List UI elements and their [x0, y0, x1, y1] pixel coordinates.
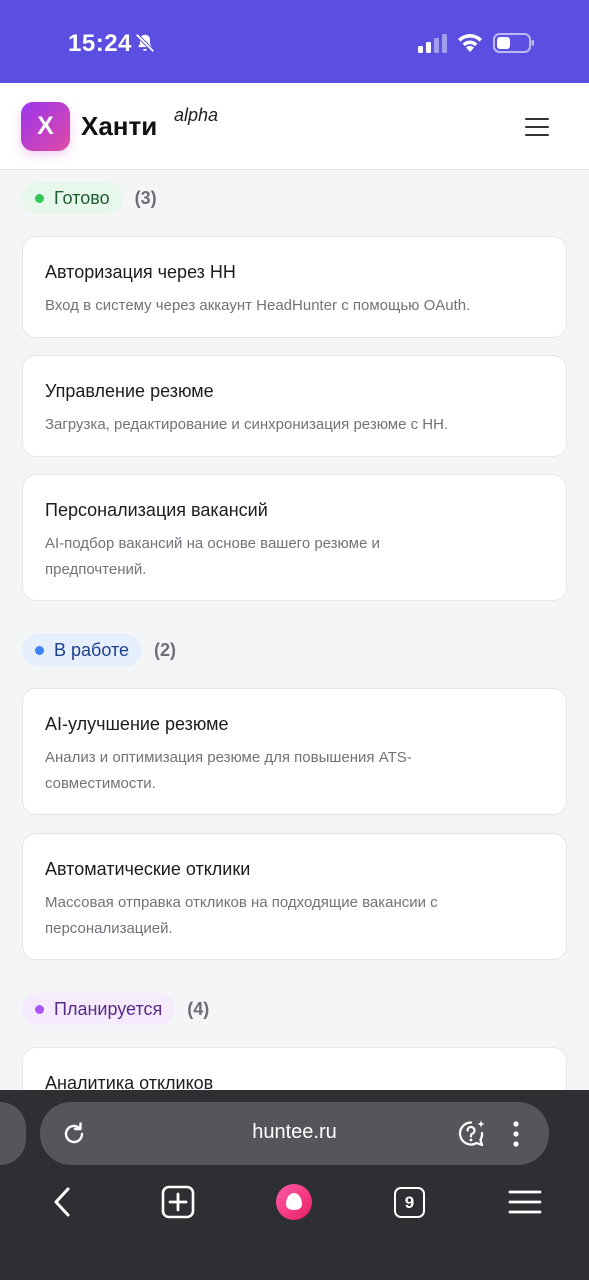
back-icon[interactable]	[45, 1184, 81, 1220]
feature-card[interactable]: Автоматические отклики Массовая отправка…	[22, 833, 567, 960]
feature-card[interactable]: Управление резюме Загрузка, редактирован…	[22, 355, 567, 457]
status-dot	[35, 193, 44, 203]
previous-tab-stub[interactable]	[0, 1102, 26, 1165]
status-badge-label: Готово	[54, 187, 110, 208]
menu-icon[interactable]	[507, 1184, 543, 1220]
status-badge-label: Планируется	[54, 998, 163, 1019]
status-time: 15:24	[68, 30, 132, 57]
card-description-line: предпочтений.	[45, 561, 147, 578]
alice-icon[interactable]	[275, 1183, 313, 1221]
section-count: (3)	[134, 187, 157, 208]
address-bar[interactable]: huntee.ru	[40, 1102, 549, 1165]
hamburger-menu-icon[interactable]	[522, 115, 554, 139]
card-description-line: Массовая отправка откликов на подходящие…	[45, 894, 438, 911]
brand-name[interactable]: Ханти	[81, 111, 157, 142]
status-bar: 15:24	[0, 0, 589, 83]
app-logo[interactable]: Х	[21, 102, 70, 151]
bell-slash-icon	[135, 33, 155, 53]
status-badge-in-progress: В работе	[22, 634, 143, 666]
card-title: Аналитика откликов	[45, 1073, 214, 1091]
card-description: AI-подбор вакансий на основе вашего резю…	[45, 531, 544, 583]
feature-card[interactable]: Аналитика откликов	[22, 1047, 567, 1091]
status-badge-label: В работе	[54, 639, 130, 660]
card-description-line: совместимости.	[45, 775, 156, 792]
app-header: Х Ханти alpha	[0, 83, 589, 170]
feature-card[interactable]: Авторизация через HH Вход в систему чере…	[22, 236, 567, 338]
browser-toolbar: huntee.ru 9	[0, 1090, 589, 1280]
status-badge-planned: Планируется	[22, 993, 176, 1025]
status-badge-done: Готово	[22, 182, 123, 214]
section-count: (2)	[154, 639, 177, 660]
card-title: Авторизация через HH	[45, 262, 236, 282]
card-title: AI-улучшение резюме	[45, 714, 229, 734]
card-title: Автоматические отклики	[45, 859, 251, 879]
section-header-in-progress: В работе (2)	[22, 634, 176, 666]
feature-card[interactable]: AI-улучшение резюме Анализ и оптимизация…	[22, 688, 567, 815]
card-description: Массовая отправка откликов на подходящие…	[45, 890, 544, 942]
card-description-line: Анализ и оптимизация резюме для повышени…	[45, 749, 412, 766]
brand-tag: alpha	[174, 105, 219, 125]
status-dot	[35, 645, 44, 655]
card-description: Вход в систему через аккаунт HeadHunter …	[45, 297, 471, 314]
card-description-line: персонализацией.	[45, 920, 173, 937]
card-description: Загрузка, редактирование и синхронизация…	[45, 416, 449, 433]
assistant-icon[interactable]	[456, 1118, 488, 1150]
more-vertical-icon[interactable]	[506, 1119, 526, 1149]
card-description-line: AI-подбор вакансий на основе вашего резю…	[45, 535, 380, 552]
card-title: Персонализация вакансий	[45, 500, 268, 520]
battery-icon	[493, 33, 534, 53]
card-description: Анализ и оптимизация резюме для повышени…	[45, 745, 544, 797]
section-count: (4)	[187, 998, 210, 1019]
new-tab-icon[interactable]	[160, 1184, 196, 1220]
section-header-done: Готово (3)	[22, 182, 157, 214]
section-header-planned: Планируется (4)	[22, 993, 209, 1025]
tabs-count-button[interactable]: 9	[394, 1187, 425, 1218]
card-title: Управление резюме	[45, 381, 214, 401]
roadmap-content: Готово (3) Авторизация через HH Вход в с…	[0, 170, 589, 1091]
wifi-icon	[458, 34, 482, 52]
status-dot	[35, 1004, 44, 1014]
cellular-signal-icon	[418, 34, 447, 53]
feature-card[interactable]: Персонализация вакансий AI-подбор ваканс…	[22, 474, 567, 601]
